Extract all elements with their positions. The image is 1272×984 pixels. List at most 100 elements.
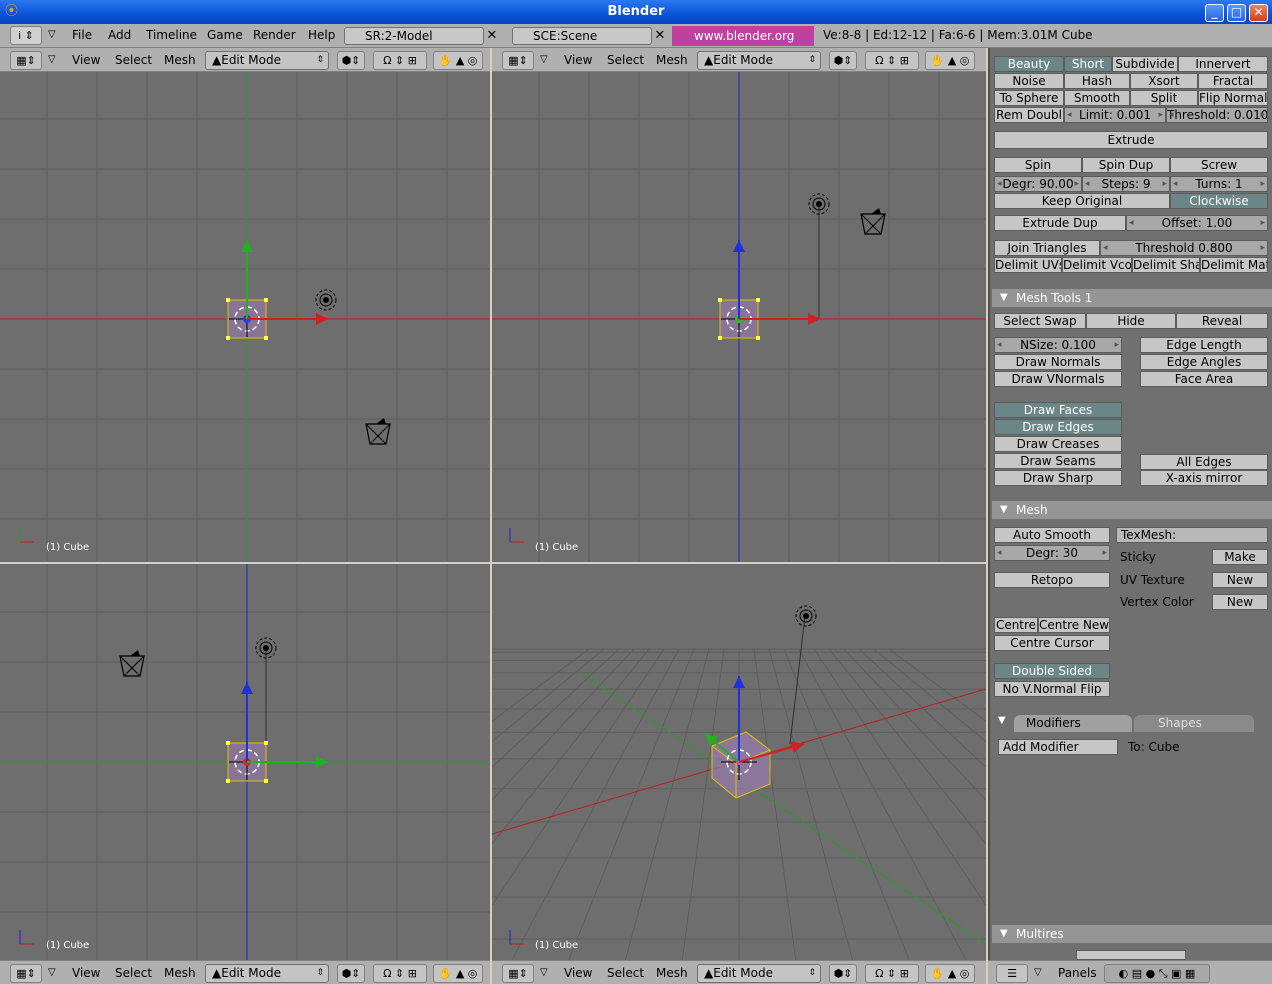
fractal-button[interactable]: Fractal <box>1198 73 1268 89</box>
draw-faces-toggle[interactable]: Draw Faces <box>994 402 1122 418</box>
transform-widget-selector[interactable]: Ω ⇕ ⊞ <box>373 51 427 70</box>
screen-selector[interactable]: SR:2-Model <box>344 27 484 45</box>
delimit-sha-toggle[interactable]: Delimit Sha <box>1132 257 1200 273</box>
menu-timeline[interactable]: Timeline <box>146 28 197 42</box>
hide-button[interactable]: Hide <box>1086 313 1176 329</box>
collapse-menu-icon[interactable]: ▽ <box>48 967 56 978</box>
menu-select[interactable]: Select <box>115 966 152 980</box>
window-type-button[interactable]: ▦⇕ <box>10 51 42 70</box>
draw-normals-toggle[interactable]: Draw Normals <box>994 354 1122 370</box>
menu-mesh[interactable]: Mesh <box>164 53 196 67</box>
double-sided-toggle[interactable]: Double Sided <box>994 663 1110 679</box>
degr-field[interactable]: Degr: 90.00 <box>994 176 1082 192</box>
vertex-color-new-button[interactable]: New <box>1212 594 1268 610</box>
context-buttons[interactable]: ◐ ▤ ● ⤡ ▣ ▦ <box>1104 964 1210 983</box>
manipulator-toggle[interactable]: ✋ ▲ ◎ <box>433 51 483 70</box>
noise-button[interactable]: Noise <box>994 73 1064 89</box>
menu-view[interactable]: View <box>564 53 592 67</box>
sticky-make-button[interactable]: Make <box>1212 549 1268 565</box>
add-modifier-button[interactable]: Add Modifier <box>998 739 1118 755</box>
menu-view[interactable]: View <box>564 966 592 980</box>
threshold-field[interactable]: Threshold: 0.010 <box>1166 107 1268 123</box>
turns-field[interactable]: Turns: 1 <box>1170 176 1268 192</box>
menu-select[interactable]: Select <box>115 53 152 67</box>
draw-creases-toggle[interactable]: Draw Creases <box>994 436 1122 452</box>
face-area-toggle[interactable]: Face Area <box>1140 371 1268 387</box>
viewport-camera[interactable]: (1) Cube ▦⇕ ▽ View Select Mesh ▲Edit Mod… <box>492 564 986 984</box>
manipulator-toggle[interactable]: ✋ ▲ ◎ <box>925 964 975 983</box>
nsize-field[interactable]: NSize: 0.100 <box>994 337 1122 353</box>
join-threshold-field[interactable]: Threshold 0.800 <box>1100 240 1268 256</box>
pivot-selector[interactable]: ⬢⇕ <box>829 51 857 70</box>
texmesh-field[interactable]: TexMesh: <box>1116 527 1268 543</box>
keep-original-toggle[interactable]: Keep Original <box>994 193 1170 209</box>
mode-selector[interactable]: ▲Edit Mode ⇕ <box>697 51 821 70</box>
collapse-menu-icon[interactable]: ▽ <box>48 29 56 40</box>
scene-selector[interactable]: SCE:Scene <box>512 27 652 45</box>
xaxis-mirror-toggle[interactable]: X-axis mirror <box>1140 470 1268 486</box>
mode-selector[interactable]: ▲Edit Mode ⇕ <box>697 964 821 983</box>
limit-field[interactable]: Limit: 0.001 <box>1064 107 1166 123</box>
multires-add-button[interactable] <box>1076 950 1186 960</box>
window-type-button[interactable]: ▦⇕ <box>502 964 534 983</box>
split-button[interactable]: Split <box>1130 90 1198 106</box>
website-link[interactable]: www.blender.org 243 <box>672 26 814 63</box>
flip-normal-button[interactable]: Flip Normal <box>1198 90 1268 106</box>
edge-length-toggle[interactable]: Edge Length <box>1140 337 1268 353</box>
edge-angles-toggle[interactable]: Edge Angles <box>1140 354 1268 370</box>
extrude-button[interactable]: Extrude <box>994 131 1268 149</box>
to-sphere-button[interactable]: To Sphere <box>994 90 1064 106</box>
pivot-selector[interactable]: ⬢⇕ <box>337 51 365 70</box>
manipulator-toggle[interactable]: ✋ ▲ ◎ <box>433 964 483 983</box>
transform-widget-selector[interactable]: Ω ⇕ ⊞ <box>865 964 919 983</box>
collapse-menu-icon[interactable]: ▽ <box>48 54 56 65</box>
delimit-vco-toggle[interactable]: Delimit Vco <box>1062 257 1132 273</box>
all-edges-toggle[interactable]: All Edges <box>1140 454 1268 470</box>
menu-select[interactable]: Select <box>607 966 644 980</box>
auto-smooth-toggle[interactable]: Auto Smooth <box>994 527 1110 543</box>
xsort-button[interactable]: Xsort <box>1130 73 1198 89</box>
menu-view[interactable]: View <box>72 966 100 980</box>
short-button[interactable]: Short <box>1064 56 1112 72</box>
menu-render[interactable]: Render <box>253 28 296 42</box>
no-vnormal-flip-toggle[interactable]: No V.Normal Flip <box>994 681 1110 697</box>
select-swap-button[interactable]: Select Swap <box>994 313 1086 329</box>
rem-doubl-button[interactable]: Rem Doubl <box>994 107 1064 123</box>
window-type-button[interactable]: ▦⇕ <box>502 51 534 70</box>
smooth-button[interactable]: Smooth <box>1064 90 1130 106</box>
beauty-button[interactable]: Beauty <box>994 56 1064 72</box>
draw-vnormals-toggle[interactable]: Draw VNormals <box>994 371 1122 387</box>
tab-modifiers[interactable]: Modifiers <box>1014 715 1132 732</box>
spin-button[interactable]: Spin <box>994 157 1082 173</box>
mesh-panel-header[interactable]: ▼ Mesh <box>992 501 1272 519</box>
join-triangles-button[interactable]: Join Triangles <box>994 240 1100 256</box>
uv-texture-new-button[interactable]: New <box>1212 572 1268 588</box>
minimize-button[interactable]: _ <box>1205 4 1224 22</box>
delimit-mat-toggle[interactable]: Delimit Mat <box>1200 257 1268 273</box>
innervert-dropdown[interactable]: Innervert <box>1178 56 1268 72</box>
hash-button[interactable]: Hash <box>1064 73 1130 89</box>
centre-new-button[interactable]: Centre New <box>1038 617 1110 633</box>
mesh-tools1-panel-header[interactable]: ▼ Mesh Tools 1 <box>992 289 1272 307</box>
pivot-selector[interactable]: ⬢⇕ <box>337 964 365 983</box>
smooth-degr-field[interactable]: Degr: 30 <box>994 545 1110 561</box>
mode-selector[interactable]: ▲Edit Mode ⇕ <box>205 964 329 983</box>
multires-panel-header[interactable]: ▼ Multires <box>992 925 1272 943</box>
menu-game[interactable]: Game <box>207 28 243 42</box>
steps-field[interactable]: Steps: 9 <box>1082 176 1170 192</box>
panels-menu[interactable]: Panels <box>1058 966 1097 980</box>
reveal-button[interactable]: Reveal <box>1176 313 1268 329</box>
retopo-toggle[interactable]: Retopo <box>994 572 1110 588</box>
collapse-menu-icon[interactable]: ▽ <box>540 967 548 978</box>
delimit-uvs-toggle[interactable]: Delimit UVs <box>994 257 1062 273</box>
viewport-top[interactable]: (1) Cube ▦⇕ ▽ View Select Mesh ▲Edit Mod… <box>0 48 490 562</box>
menu-help[interactable]: Help <box>308 28 335 42</box>
menu-view[interactable]: View <box>72 53 100 67</box>
centre-button[interactable]: Centre <box>994 617 1038 633</box>
centre-cursor-button[interactable]: Centre Cursor <box>994 635 1110 651</box>
menu-add[interactable]: Add <box>108 28 131 42</box>
subdivide-button[interactable]: Subdivide <box>1112 56 1178 72</box>
draw-sharp-toggle[interactable]: Draw Sharp <box>994 470 1122 486</box>
delete-screen-button[interactable]: ✕ <box>484 27 500 45</box>
collapse-menu-icon[interactable]: ▽ <box>540 54 548 65</box>
